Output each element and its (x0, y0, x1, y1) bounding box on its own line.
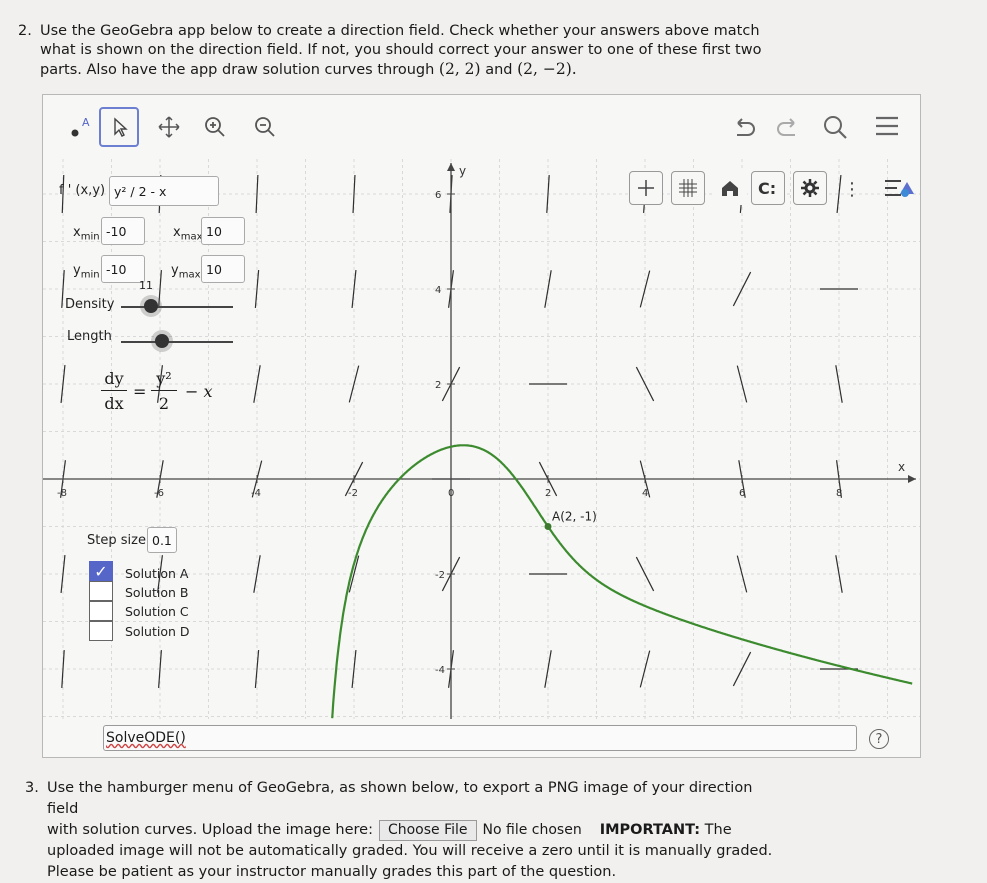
style-bar-label-button[interactable]: C: (751, 171, 785, 205)
x-tick-label: -6 (154, 488, 164, 499)
function-input[interactable]: y² / 2 - x (109, 176, 219, 206)
y-tick-label: -2 (435, 570, 445, 581)
x-axis-label: x (898, 460, 905, 474)
svg-text:C:: C: (758, 179, 776, 198)
cursor-arrow-icon (114, 117, 128, 137)
redo-icon (777, 118, 795, 136)
x-tick-label: -4 (251, 488, 261, 499)
ode-equation: dy dx = y² 2 − x (101, 369, 241, 425)
x-tick-label: -2 (348, 488, 358, 499)
undo-icon (737, 118, 755, 136)
grid-icon (679, 179, 697, 197)
density-value: 11 (139, 279, 153, 292)
solution-b-label: Solution B (125, 585, 189, 600)
zoom-in-tool[interactable] (195, 107, 235, 147)
move-graphics-icon (638, 180, 654, 196)
xmax-label: xmax (173, 225, 203, 243)
xmin-input[interactable]: -10 (101, 217, 145, 245)
density-slider-knob[interactable] (144, 299, 158, 313)
solution-b-checkbox[interactable] (89, 581, 113, 601)
solution-d-label: Solution D (125, 624, 190, 639)
geogebra-app: A -8 -6 -4 -2 0 2 4 6 8 6 4 2 -2 -4 x y A(2, -1) C: (42, 94, 921, 758)
solution-curve (331, 444, 913, 719)
question-3: 3. Use the hamburger menu of GeoGebra, a… (25, 780, 773, 880)
point-a-label: A(2, -1) (552, 510, 597, 524)
xmin-label: xmin (73, 225, 100, 243)
question-number: 2. (18, 23, 32, 39)
step-size-label: Step size: (87, 533, 151, 548)
solution-d-checkbox[interactable] (89, 621, 113, 641)
y-tick-label: 4 (435, 285, 441, 296)
style-bar-home-button[interactable] (713, 171, 747, 205)
solution-a-checkbox[interactable]: ✓ (89, 561, 113, 581)
x-tick-label: 8 (836, 488, 842, 499)
x-axis-arrow-icon (908, 475, 916, 483)
zoom-out-icon (255, 117, 275, 137)
main-menu-button[interactable] (873, 113, 901, 146)
xmax-input[interactable]: 10 (201, 217, 245, 245)
point-a (544, 523, 552, 530)
zoom-out-tool[interactable] (245, 107, 285, 147)
ymax-input[interactable]: 10 (201, 255, 245, 283)
point-tool[interactable]: A (61, 107, 101, 147)
density-slider-track[interactable] (121, 306, 233, 308)
input-bar[interactable]: SolveODE() (103, 725, 857, 751)
move-graphics-tool[interactable] (149, 107, 189, 147)
density-label: Density (65, 297, 115, 312)
style-bar-toggle-icon (885, 180, 914, 197)
question-2-text: Use the GeoGebra app below to create a d… (40, 23, 762, 78)
length-slider-knob[interactable] (155, 334, 169, 348)
y-tick-label: -4 (435, 665, 445, 676)
input-bar-text: SolveODE() (106, 730, 186, 746)
x-tick-label: 4 (642, 488, 648, 499)
style-bar-move-button[interactable] (629, 171, 663, 205)
y-axis-label: y (459, 164, 466, 178)
help-icon[interactable]: ? (869, 729, 889, 749)
checkmark-icon: ✓ (94, 561, 108, 581)
question-2: 2. Use the GeoGebra app below to create … (18, 22, 778, 80)
gear-icon (801, 179, 819, 197)
toggle-style-bar-button[interactable] (883, 175, 917, 205)
x-tick-label: -8 (57, 488, 67, 499)
y-tick-label: 6 (435, 190, 441, 201)
undo-button[interactable] (729, 113, 759, 146)
solution-a-label: Solution A (125, 566, 189, 581)
length-label: Length (67, 329, 112, 344)
hamburger-menu-icon (876, 116, 898, 136)
move-arrows-icon (158, 116, 180, 138)
redo-button[interactable] (773, 113, 803, 146)
point-icon: A (71, 116, 90, 137)
question-number: 3. (25, 780, 39, 796)
length-slider-track[interactable] (121, 341, 233, 343)
search-button[interactable] (821, 113, 851, 148)
step-size-input[interactable]: 0.1 (147, 527, 177, 553)
solution-c-label: Solution C (125, 604, 189, 619)
file-status: No file chosen (482, 822, 582, 838)
important-label: IMPORTANT: (599, 822, 701, 838)
slope-segment (639, 270, 651, 308)
x-tick-label: 6 (739, 488, 745, 499)
x-tick-label: 0 (448, 488, 454, 499)
ymin-label: ymin (73, 263, 100, 281)
ymax-label: ymax (171, 263, 201, 281)
x-tick-label: 2 (545, 488, 551, 499)
y-axis-arrow-icon (447, 163, 455, 171)
label-style-icon: C: (758, 179, 776, 198)
move-tool[interactable] (99, 107, 139, 147)
svg-text:A: A (82, 116, 90, 129)
home-icon (722, 181, 738, 196)
choose-file-button[interactable]: Choose File (378, 820, 477, 841)
zoom-in-icon (205, 117, 225, 137)
toolbar: A (43, 95, 920, 159)
y-tick-label: 2 (435, 380, 441, 391)
style-bar-grid-button[interactable] (671, 171, 705, 205)
search-icon (824, 116, 847, 139)
more-options-icon[interactable]: ⋮ (843, 179, 861, 200)
solution-c-checkbox[interactable] (89, 601, 113, 621)
style-bar-settings-button[interactable] (793, 171, 827, 205)
